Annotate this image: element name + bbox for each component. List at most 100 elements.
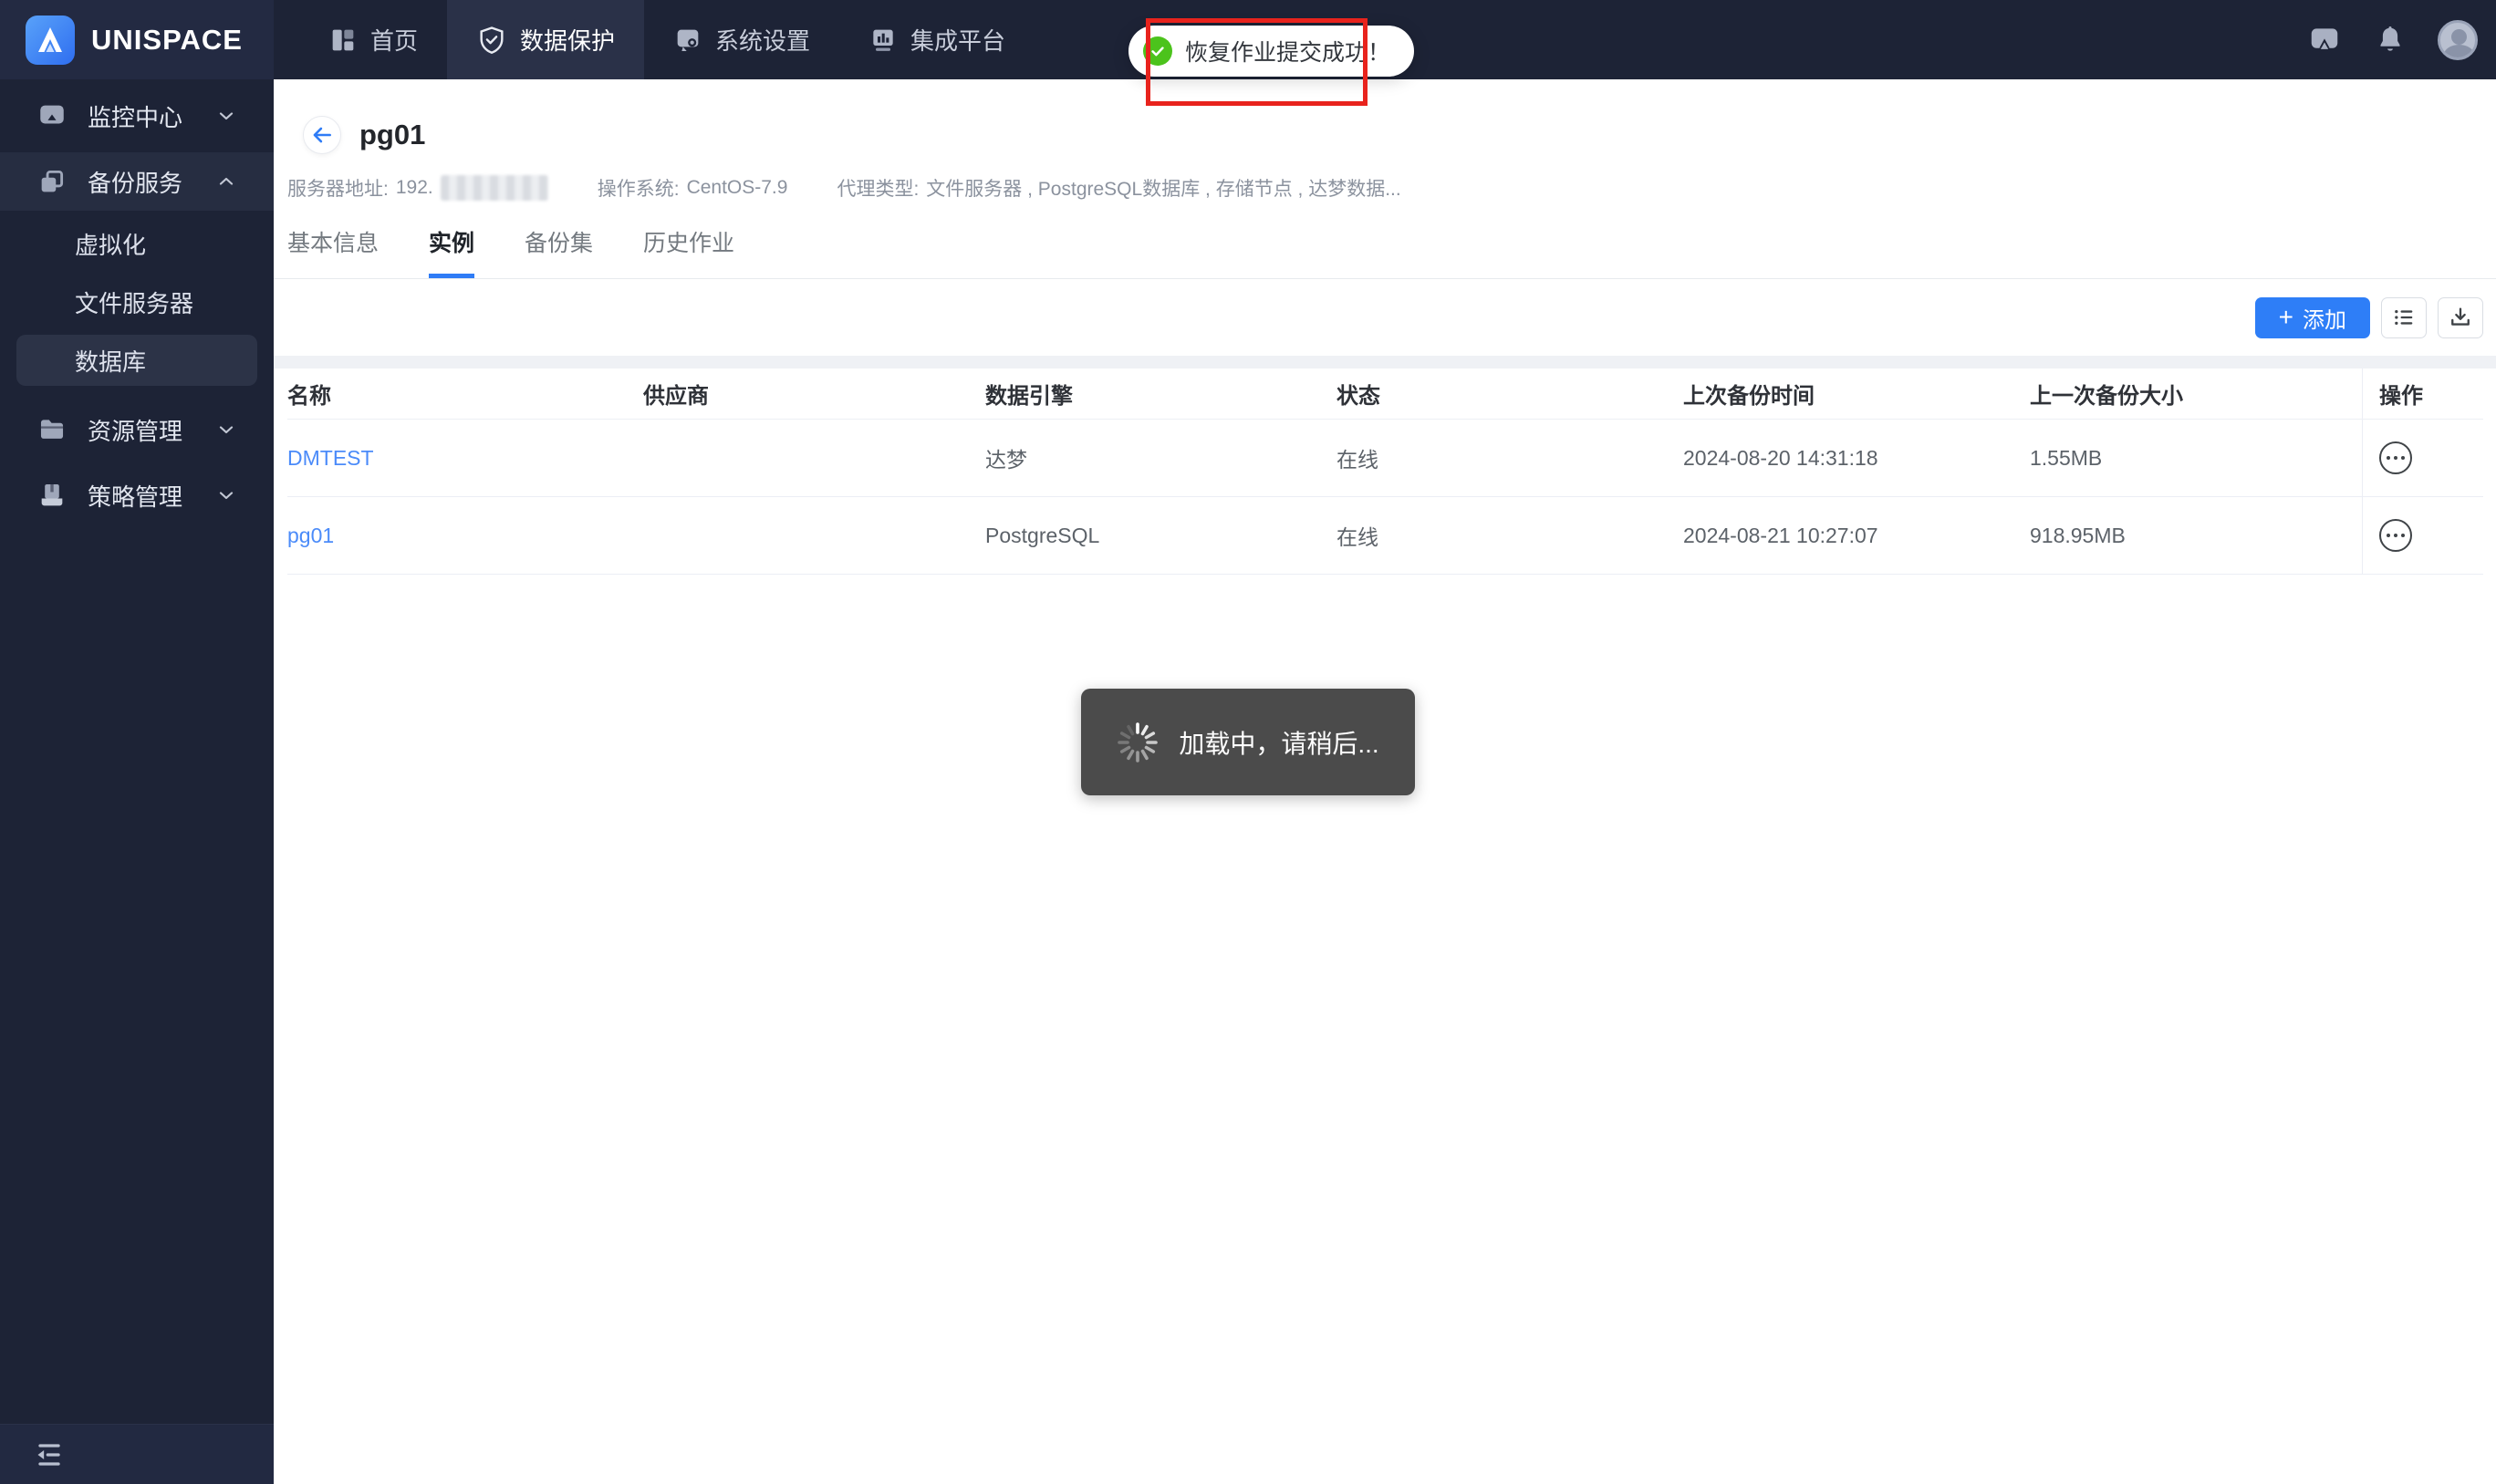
col-header-name: 名称	[287, 384, 331, 409]
col-header-status: 状态	[1336, 384, 1380, 409]
cell-last-backup-time: 2024-08-20 14:31:18	[1683, 445, 1878, 470]
policy-book-icon	[41, 483, 63, 506]
os-label: 操作系统:	[597, 179, 680, 200]
back-button[interactable]	[303, 116, 341, 154]
nav-item-label: 首页	[370, 27, 419, 55]
sidebar-item-label: 策略管理	[88, 483, 183, 511]
cell-last-backup-size: 1.55MB	[2030, 445, 2103, 470]
sidebar-item-monitoring-center[interactable]: 监控中心	[0, 87, 274, 145]
loading-spinner-icon	[1118, 721, 1159, 763]
page-header: pg01 服务器地址: 192. 操作系统: CentOS-7.9 代理类型: …	[274, 79, 2496, 202]
os-value: CentOS-7.9	[686, 177, 788, 198]
cell-vendor	[643, 420, 985, 496]
sidebar-subitem-label: 数据库	[75, 348, 147, 376]
integration-platform-icon	[873, 29, 893, 51]
nav-item-home[interactable]: 首页	[299, 0, 447, 79]
chat-bubble-icon	[2311, 27, 2338, 49]
row-operations-button[interactable]	[2379, 441, 2412, 474]
bell-icon	[2380, 26, 2400, 51]
brand-name: UNISPACE	[91, 23, 243, 56]
nav-item-integration[interactable]: 集成平台	[839, 0, 1035, 79]
sidebar-menu: 监控中心 备份服务 虚拟化 文件服务器 数据库 资源管理 策略管理	[0, 79, 274, 524]
loading-message: 加载中，请稍后...	[1179, 729, 1379, 758]
sidebar-item-policy-management[interactable]: 策略管理	[0, 466, 274, 524]
sidebar-item-label: 资源管理	[88, 417, 183, 445]
dot	[2386, 533, 2391, 538]
messages-button[interactable]	[2306, 22, 2343, 58]
instance-link[interactable]: pg01	[287, 524, 334, 548]
avatar-body	[2444, 44, 2474, 57]
toast-message: 恢复作业提交成功！	[1185, 40, 1391, 66]
monitoring-icon	[40, 105, 64, 124]
nav-item-system-settings[interactable]: 系统设置	[644, 0, 839, 79]
row-operations-button[interactable]	[2379, 519, 2412, 552]
tab-instances[interactable]: 实例	[429, 225, 475, 278]
sidebar-subitem-virtualization[interactable]: 虚拟化	[0, 218, 274, 269]
dot	[2400, 533, 2406, 538]
instance-link[interactable]: DMTEST	[287, 446, 374, 471]
sidebar-item-label: 备份服务	[88, 169, 183, 197]
col-header-vendor: 供应商	[643, 384, 709, 409]
avatar-head	[2451, 28, 2467, 45]
notifications-button[interactable]	[2372, 22, 2408, 58]
user-avatar[interactable]	[2438, 19, 2478, 60]
sidebar-item-resource-management[interactable]: 资源管理	[0, 400, 274, 459]
server-info-row: 服务器地址: 192. 操作系统: CentOS-7.9 代理类型: 文件服务器…	[287, 174, 2496, 202]
dot	[2400, 455, 2406, 461]
chevron-up-icon	[219, 177, 234, 185]
plus-icon: +	[2278, 303, 2293, 331]
agent-type-value: 文件服务器 , PostgreSQL数据库 , 存储节点 , 达梦数据...	[926, 179, 1401, 200]
sidebar-subitem-file-server[interactable]: 文件服务器	[0, 276, 274, 327]
sidebar-item-backup-services[interactable]: 备份服务	[0, 152, 274, 211]
sidebar-subitem-label: 虚拟化	[75, 231, 147, 259]
collapse-sidebar-icon	[37, 1443, 60, 1466]
col-header-last-backup-size: 上一次备份大小	[2030, 384, 2183, 409]
detail-tabs: 基本信息 实例 备份集 历史作业	[274, 225, 2496, 279]
sidebar-subitem-label: 文件服务器	[75, 289, 194, 317]
back-arrow-icon	[313, 127, 331, 143]
nav-item-data-protection[interactable]: 数据保护	[447, 0, 645, 79]
main-nav: 首页 数据保护 系统设置 集成平台	[299, 0, 1035, 79]
censored-ip-mosaic	[440, 175, 548, 201]
dot	[2393, 455, 2398, 461]
cell-engine: PostgreSQL	[985, 523, 1100, 547]
dot	[2386, 455, 2391, 461]
instances-table: 名称 供应商 数据引擎 状态 上次备份时间 上一次备份大小 操作 DMTEST …	[287, 368, 2483, 575]
tab-basic-info[interactable]: 基本信息	[287, 225, 379, 278]
chevron-down-icon	[219, 112, 234, 120]
col-header-engine: 数据引擎	[985, 384, 1073, 409]
cell-last-backup-size: 918.95MB	[2030, 523, 2126, 547]
export-button[interactable]	[2438, 296, 2483, 338]
nav-item-label: 系统设置	[715, 27, 811, 55]
download-icon	[2451, 307, 2470, 326]
server-address-value: 192.	[395, 177, 433, 198]
section-divider	[274, 356, 2496, 368]
shield-check-icon	[480, 26, 504, 54]
cell-engine: 达梦	[985, 448, 1027, 472]
dot	[2393, 533, 2398, 538]
tab-backup-sets[interactable]: 备份集	[525, 225, 593, 278]
table-toolbar: + 添加	[274, 279, 2496, 356]
home-icon	[332, 29, 354, 50]
sidebar-item-label: 监控中心	[88, 103, 183, 131]
loading-overlay: 加载中，请稍后...	[1081, 689, 1415, 795]
col-header-operations: 操作	[2362, 368, 2483, 419]
table-header-row: 名称 供应商 数据引擎 状态 上次备份时间 上一次备份大小 操作	[287, 368, 2483, 420]
success-check-icon	[1143, 36, 1172, 66]
agent-type-label: 代理类型:	[837, 179, 920, 200]
cell-status: 在线	[1336, 448, 1378, 472]
cell-vendor	[643, 497, 985, 574]
sidebar-subitem-database[interactable]: 数据库	[16, 335, 257, 386]
cell-last-backup-time: 2024-08-21 10:27:07	[1683, 523, 1878, 547]
topnav-right	[2306, 0, 2496, 79]
page-title: pg01	[359, 119, 426, 150]
nav-item-label: 数据保护	[520, 27, 616, 55]
column-settings-button[interactable]	[2381, 296, 2427, 338]
tab-history-jobs[interactable]: 历史作业	[643, 225, 734, 278]
sidebar-collapse-button[interactable]	[0, 1424, 274, 1484]
success-toast: 恢复作业提交成功！	[1128, 26, 1415, 77]
add-button[interactable]: + 添加	[2254, 296, 2370, 338]
unispace-logo-icon	[26, 15, 75, 65]
backup-copy-icon	[41, 170, 64, 192]
nav-item-label: 集成平台	[910, 27, 1006, 55]
